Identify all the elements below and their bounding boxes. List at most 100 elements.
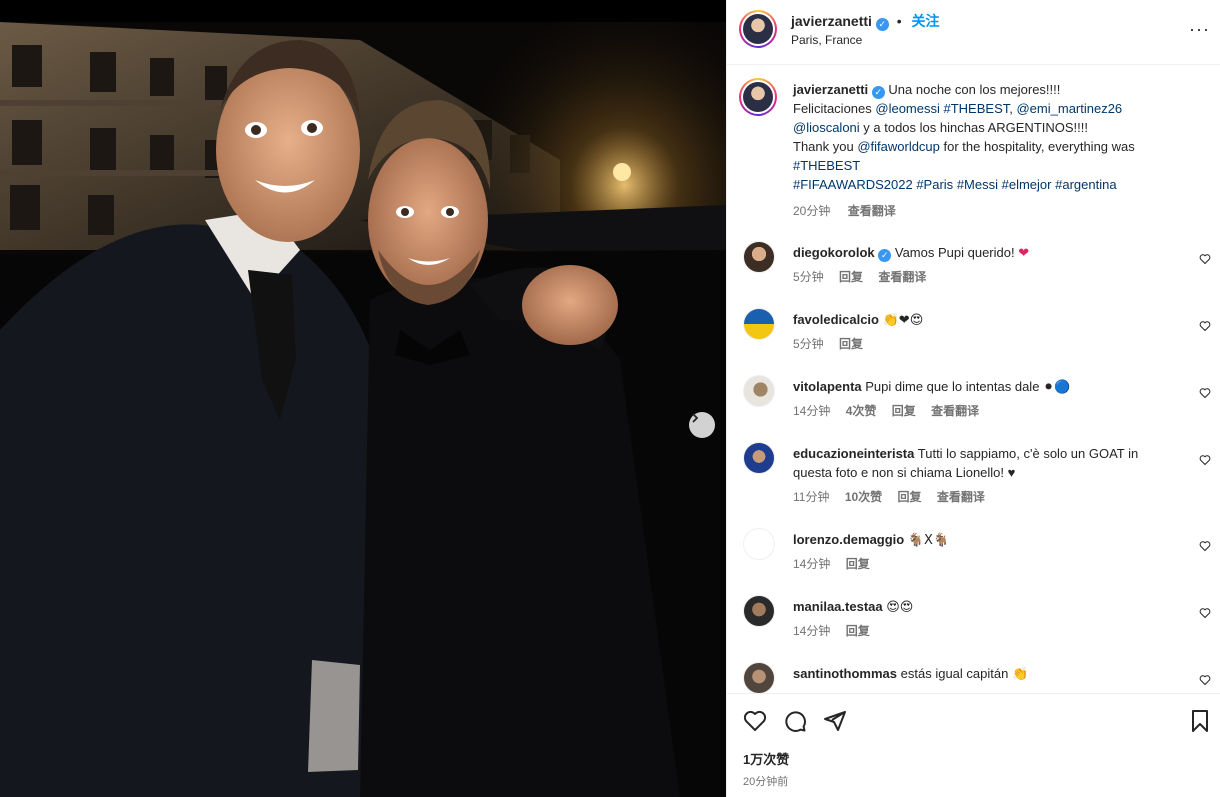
comment-emoji: ⚫🔵	[1043, 380, 1071, 395]
comment-emoji: 😍😍	[886, 600, 914, 615]
mention-leomessi[interactable]: @leomessi	[875, 101, 940, 116]
comment-body: vitolapenta Pupi dime que lo intentas da…	[793, 377, 1173, 397]
commenter-avatar[interactable]	[743, 308, 775, 340]
more-options-icon[interactable]: ···	[1189, 19, 1210, 40]
post-photo[interactable]	[0, 0, 726, 797]
verified-badge-icon: ✓	[875, 18, 889, 31]
hashtag-thebest-2[interactable]: #THEBEST	[793, 158, 860, 173]
comment-meta: 5分钟 回复 查看翻译	[793, 268, 938, 285]
comment-time: 5分钟	[793, 337, 824, 351]
post-timestamp: 20分钟前	[743, 776, 789, 788]
comment-meta: 5分钟 回复	[793, 335, 875, 352]
commenter-username[interactable]: diegokorolok	[793, 245, 875, 260]
reply-button[interactable]: 回复	[846, 624, 870, 638]
commenter-username[interactable]: manilaa.testaa	[793, 599, 883, 614]
heart-icon[interactable]	[1199, 320, 1211, 332]
comment-like-count[interactable]: 4次赞	[846, 404, 877, 418]
hashtag-argentina[interactable]: #argentina	[1055, 177, 1116, 192]
author-line: javierzanetti ✓ • 关注	[791, 11, 940, 31]
translate-button[interactable]: 查看翻译	[848, 204, 896, 218]
caption-text-segment: Felicitaciones	[793, 101, 876, 116]
comment-text: Vamos Pupi querido!	[894, 245, 1015, 260]
post-location[interactable]: Paris, France	[791, 33, 862, 47]
hashtag-elmejor[interactable]: #elmejor	[1002, 177, 1052, 192]
comment-time: 14分钟	[793, 404, 831, 418]
translate-button[interactable]: 查看翻译	[937, 490, 985, 504]
comment-time: 5分钟	[793, 270, 824, 284]
author-avatar[interactable]	[739, 10, 777, 48]
comments-list[interactable]: javierzanetti ✓ Una noche con los mejore…	[727, 66, 1220, 693]
comment-body: diegokorolok ✓ Vamos Pupi querido! ❤	[793, 243, 1173, 263]
heart-icon[interactable]	[743, 709, 767, 733]
comment-icon[interactable]	[783, 709, 807, 733]
photo-illustration	[0, 22, 726, 797]
mention-lioscaloni[interactable]: @lioscaloni	[793, 120, 860, 135]
verified-badge-icon: ✓	[878, 249, 892, 262]
translate-button[interactable]: 查看翻译	[931, 404, 979, 418]
comment-body: favoledicalcio 👏❤😍	[793, 310, 1173, 330]
hashtag-messi[interactable]: #Messi	[957, 177, 998, 192]
reply-button[interactable]: 回复	[839, 337, 863, 351]
heart-icon[interactable]	[1199, 607, 1211, 619]
comment-body: manilaa.testaa 😍😍	[793, 597, 1173, 617]
commenter-avatar[interactable]	[743, 595, 775, 627]
caption-text-segment: Thank you	[793, 139, 858, 154]
comment-emoji: 👏❤😍	[882, 313, 924, 328]
commenter-username[interactable]: educazioneinterista	[793, 446, 914, 461]
comment-emoji: 👏	[1011, 667, 1029, 682]
comment-meta: 14分钟 回复	[793, 555, 882, 572]
comment-time: 11分钟	[793, 490, 830, 504]
photo-top-strip	[0, 0, 726, 22]
post-actions: 1万次赞 20分钟前	[727, 693, 1220, 797]
heart-icon[interactable]	[1199, 387, 1211, 399]
bookmark-icon[interactable]	[1188, 709, 1212, 733]
reply-button[interactable]: 回复	[898, 490, 922, 504]
comment-body: santinothommas estás igual capitán 👏	[793, 664, 1173, 684]
commenter-avatar[interactable]	[743, 662, 775, 693]
reply-button[interactable]: 回复	[839, 270, 863, 284]
heart-icon[interactable]	[1199, 454, 1211, 466]
commenter-username[interactable]: favoledicalcio	[793, 312, 879, 327]
commenter-avatar[interactable]	[743, 241, 775, 273]
commenter-avatar[interactable]	[743, 375, 775, 407]
commenter-avatar[interactable]	[743, 442, 775, 474]
hashtag-fifaawards2022[interactable]: #FIFAAWARDS2022	[793, 177, 913, 192]
heart-icon[interactable]	[1199, 253, 1211, 265]
chevron-right-icon	[692, 413, 699, 423]
comment-emoji: 🐐X🐐	[907, 533, 950, 548]
commenter-avatar[interactable]	[743, 528, 775, 560]
heart-icon[interactable]	[1199, 540, 1211, 552]
commenter-username[interactable]: santinothommas	[793, 666, 897, 681]
comment-emoji: ❤	[1018, 246, 1030, 261]
comment-body: educazioneinterista Tutti lo sappiamo, c…	[793, 444, 1173, 482]
verified-badge-icon: ✓	[871, 86, 885, 99]
mention-emi-martinez[interactable]: @emi_martinez26	[1016, 101, 1122, 116]
translate-button[interactable]: 查看翻译	[878, 270, 926, 284]
mention-fifaworldcup[interactable]: @fifaworldcup	[857, 139, 940, 154]
instagram-post-view: javierzanetti ✓ • 关注 Paris, France ··· j…	[0, 0, 1220, 797]
next-image-button[interactable]	[689, 412, 715, 438]
reply-button[interactable]: 回复	[846, 557, 870, 571]
share-icon[interactable]	[823, 709, 847, 733]
like-count[interactable]: 1万次赞	[743, 749, 789, 768]
caption-avatar[interactable]	[739, 78, 777, 116]
caption-username[interactable]: javierzanetti	[793, 82, 868, 97]
caption-text-segment: y a todos los hinchas ARGENTINOS!!!!	[859, 120, 1088, 135]
post-side-panel: javierzanetti ✓ • 关注 Paris, France ··· j…	[726, 0, 1220, 797]
caption-line-1: Una noche con los mejores!!!!	[888, 82, 1061, 97]
dot-separator: •	[896, 13, 902, 29]
commenter-username[interactable]: vitolapenta	[793, 379, 862, 394]
commenter-username[interactable]: lorenzo.demaggio	[793, 532, 904, 547]
reply-button[interactable]: 回复	[892, 404, 916, 418]
hashtag-thebest[interactable]: #THEBEST	[944, 101, 1010, 116]
caption-text-segment: for the hospitality, everything was	[939, 139, 1135, 154]
hashtag-paris[interactable]: #Paris	[916, 177, 953, 192]
author-username[interactable]: javierzanetti	[791, 13, 872, 29]
follow-button[interactable]: 关注	[912, 13, 940, 29]
comment-text: Pupi dime que lo intentas dale	[865, 379, 1040, 394]
comment-meta: 14分钟 4次赞 回复 查看翻译	[793, 402, 991, 419]
comment-like-count[interactable]: 10次赞	[845, 490, 882, 504]
heart-icon[interactable]	[1199, 674, 1211, 686]
caption-meta: 20分钟 查看翻译	[793, 202, 1183, 221]
caption-tags: #FIFAAWARDS2022 #Paris #Messi #elmejor #…	[793, 177, 1117, 192]
